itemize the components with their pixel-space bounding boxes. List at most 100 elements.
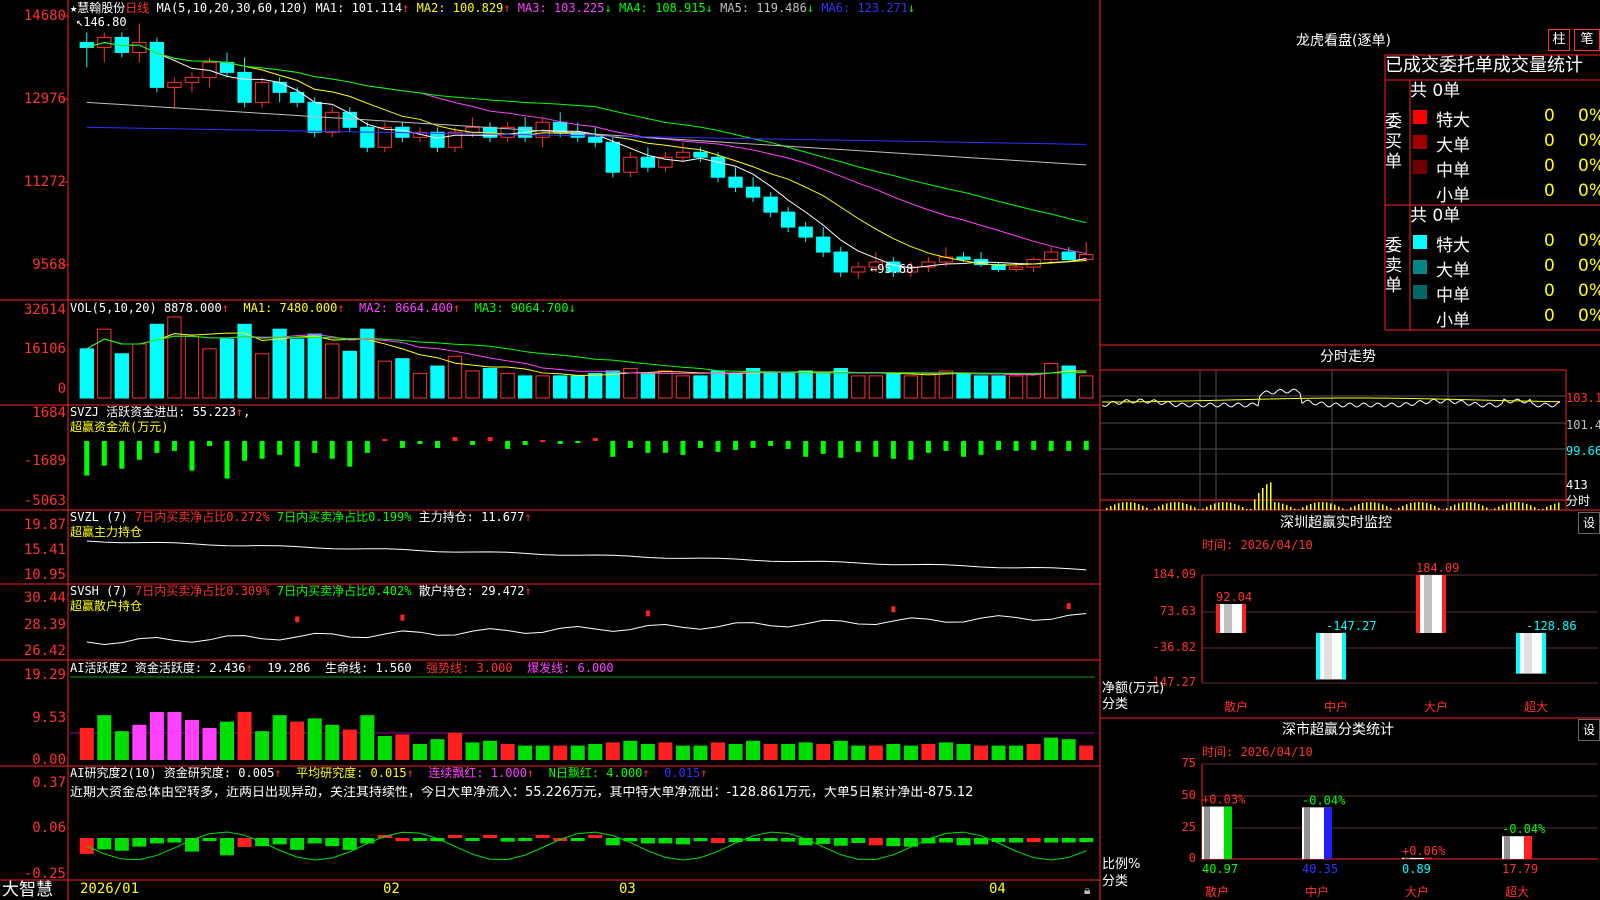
fund-flow-bar (750, 441, 756, 448)
candle-body (1061, 251, 1076, 261)
activity-bar (290, 721, 305, 760)
svzl-header: SVZL (7) 7日内买卖净占比0.272% 7日内买卖净占比0.199% 主… (70, 510, 539, 524)
tick-view-button[interactable]: 笔 (1574, 29, 1600, 51)
svzl-ratio-a: 7日内买卖净占比0.272% (135, 510, 270, 524)
intraday-volume-bar (1258, 492, 1260, 510)
svzj-tick-2: -1689 (23, 453, 66, 469)
sz-monitor-settings-button[interactable]: 设 (1578, 512, 1600, 534)
order-row: 小单 0 0% (1410, 305, 1600, 331)
intraday-volume-bar (1498, 506, 1500, 510)
sz-bar-shade (1424, 575, 1432, 633)
intraday-volume-bar (1118, 503, 1120, 510)
ai2-tick-1: 0.37 (32, 775, 66, 791)
intraday-volume-bar (1214, 503, 1216, 510)
research-bar (325, 838, 340, 847)
fund-flow-bar (329, 441, 335, 459)
intraday-volume-bar (1154, 508, 1156, 510)
sz-bar-edge (1516, 633, 1520, 674)
order-row: 特大 0 0% (1410, 230, 1600, 256)
cls-settings-button[interactable]: 设 (1578, 719, 1600, 741)
activity-bar (588, 744, 603, 760)
order-count: 0 (1544, 181, 1555, 201)
order-count: 0 (1544, 306, 1555, 326)
buy-orders-label: 委买单 (1385, 112, 1402, 172)
app-logo: 大智慧 (2, 880, 53, 900)
ma4-arrow: ↓ (705, 1, 713, 15)
cls-bar-edge (1524, 836, 1532, 859)
sell-rows: 特大 0 0% 大单 0 0% 中单 0 0% 小单 0 0% (1410, 230, 1600, 331)
fund-flow-bar (207, 441, 213, 446)
fund-flow-bar (470, 441, 476, 445)
candle-body (728, 176, 743, 188)
intraday-volume-bar (1542, 508, 1544, 510)
candle-body (675, 151, 691, 158)
cls-bar-edge (1324, 807, 1332, 859)
volume-bar (149, 323, 165, 399)
lock-icon[interactable]: 🔒︎ (1084, 883, 1090, 897)
candle-body (377, 126, 393, 148)
research-bar (167, 838, 182, 843)
intraday-volume-bar (1138, 504, 1140, 510)
fund-flow-bar (119, 441, 125, 469)
activity-bar (149, 712, 164, 760)
intraday-volume-bar (1466, 502, 1468, 510)
candle-body (254, 81, 270, 103)
activity-bar (132, 724, 147, 760)
intraday-volume-bar (1434, 505, 1436, 510)
research-bar (763, 838, 778, 841)
activity-bar (781, 744, 796, 760)
research-bar (1044, 838, 1059, 843)
intraday-volume-bar (1174, 502, 1176, 510)
cls-time: 时间: 2026/04/10 (1202, 745, 1313, 759)
research-bar (237, 838, 252, 848)
intraday-volume-bar (1234, 503, 1236, 510)
ma3-value: MA3: 103.225 (517, 1, 605, 15)
research-bar (412, 838, 427, 841)
cls-bar-shade (1504, 836, 1510, 859)
intraday-volume-bar (1134, 502, 1136, 510)
order-count: 0 (1544, 231, 1555, 251)
research-bar (535, 835, 550, 838)
intraday-vol-tick: 413 (1566, 478, 1588, 492)
intraday-volume-bar (1398, 507, 1400, 510)
order-stat-title: 已成交委托单成交量统计 (1385, 55, 1583, 76)
svsh-ratio-a: 7日内买卖净占比0.309% (135, 584, 270, 598)
sz-category: 大户 (1424, 699, 1448, 714)
fund-flow-bar (680, 441, 686, 455)
ai1-tick-2: 9.53 (32, 710, 66, 726)
cls-bar-edge (1424, 857, 1432, 859)
chart-canvas[interactable]: 92.04 散户 -147.27 中户 184.09 大户 -128.86 超大 +0.03% 4… (0, 0, 1600, 900)
low-price-mark: ←95.68 (870, 262, 914, 276)
research-bar (1061, 838, 1076, 843)
activity-bar (360, 715, 375, 760)
volume-bar (482, 368, 498, 399)
volume-bar (430, 365, 445, 399)
ma-line-6 (86, 126, 1087, 145)
svzl-ratio-b: 7日内买卖净占比0.199% (276, 510, 412, 524)
period-label[interactable]: 日线 (125, 1, 149, 15)
fund-flow-bar (259, 441, 265, 459)
intraday-volume-bar (1310, 503, 1312, 510)
intraday-volume-bar (1330, 503, 1332, 510)
ma1-value: MA1: 101.114 (315, 1, 403, 15)
vol-label: VOL(5,10,20) (70, 301, 157, 315)
intraday-volume-bar (1362, 502, 1364, 510)
volume-bar (973, 375, 989, 399)
intraday-volume-bar (1450, 506, 1452, 510)
intraday-volume-bar (1406, 504, 1408, 510)
svzj-subtitle: 超赢资金流(万元) (70, 420, 169, 434)
vol-ma-line-3 (86, 335, 1087, 375)
research-bar (588, 835, 603, 838)
activity-bar (79, 728, 94, 760)
candle-body (325, 111, 340, 133)
activity-bar (710, 742, 726, 760)
cls-ylabel: 比例% (1102, 857, 1141, 872)
order-type: 中单 (1436, 286, 1470, 306)
fund-flow-bar (610, 441, 616, 457)
bar-view-button[interactable]: 柱 (1548, 29, 1570, 51)
ai2-label: AI研究度2(10) (70, 766, 157, 780)
volume-bar (1044, 363, 1059, 399)
research-bar (640, 838, 655, 844)
fund-flow-bar (785, 441, 791, 449)
intraday-volume-bar (1462, 502, 1464, 510)
